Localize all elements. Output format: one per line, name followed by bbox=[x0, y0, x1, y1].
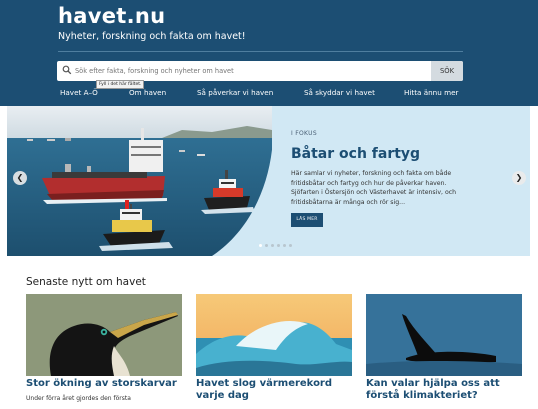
nav-item-sa-skyddar-vi-havet[interactable]: Så skyddar vi havet bbox=[304, 88, 375, 97]
site-tagline: Nyheter, forskning och fakta om havet! bbox=[58, 31, 246, 42]
read-more-button[interactable]: LÄS MER bbox=[291, 213, 323, 227]
news-card-title[interactable]: Havet slog värmerekord varje dag bbox=[196, 378, 356, 402]
news-card-title[interactable]: Kan valar hjälpa oss att förstå klimakte… bbox=[366, 378, 526, 402]
news-card-title[interactable]: Stor ökning av storskarvar bbox=[26, 378, 186, 390]
carousel-dot[interactable] bbox=[289, 244, 292, 247]
nav-item-sa-paverkar-vi-haven[interactable]: Så påverkar vi haven bbox=[197, 88, 273, 97]
hero-text: Här samlar vi nyheter, forskning och fak… bbox=[291, 170, 457, 206]
carousel-dot[interactable] bbox=[283, 244, 286, 247]
header-divider bbox=[58, 51, 463, 52]
news-card-text: Under förra året gjordes den första bbox=[26, 395, 131, 402]
nav-item-om-haven[interactable]: Om haven bbox=[129, 88, 166, 97]
search-icon bbox=[62, 65, 72, 75]
hero-title[interactable]: Båtar och fartyg bbox=[291, 146, 420, 162]
carousel-dot[interactable] bbox=[271, 244, 274, 247]
section-title: Senaste nytt om havet bbox=[26, 276, 146, 288]
carousel-dot[interactable] bbox=[259, 244, 262, 247]
page: havet.nu Nyheter, forskning och fakta om… bbox=[0, 0, 538, 409]
carousel-dots bbox=[259, 244, 292, 247]
site-header: havet.nu Nyheter, forskning och fakta om… bbox=[0, 0, 538, 106]
news-card-image-orca[interactable] bbox=[366, 294, 522, 376]
search-button[interactable]: SÖK bbox=[431, 61, 463, 81]
carousel-prev-icon[interactable]: ❮ bbox=[13, 171, 27, 185]
news-card-image-wave[interactable] bbox=[196, 294, 352, 376]
carousel-dot[interactable] bbox=[265, 244, 268, 247]
carousel-next-icon[interactable]: ❯ bbox=[512, 171, 526, 185]
carousel-dot[interactable] bbox=[277, 244, 280, 247]
hero-image-ships[interactable] bbox=[7, 106, 272, 256]
search-input[interactable] bbox=[75, 61, 429, 81]
hero-kicker: I FOKUS bbox=[291, 130, 317, 137]
search-bar: SÖK bbox=[57, 61, 463, 81]
hero-carousel: I FOKUS Båtar och fartyg Här samlar vi n… bbox=[7, 106, 530, 256]
nav-item-hitta-annu-mer[interactable]: Hitta ännu mer bbox=[404, 88, 458, 97]
site-logo[interactable]: havet.nu bbox=[58, 4, 165, 28]
nav-item-havet-a-o[interactable]: Havet A–Ö bbox=[60, 88, 98, 97]
news-card-image-cormorant[interactable] bbox=[26, 294, 182, 376]
